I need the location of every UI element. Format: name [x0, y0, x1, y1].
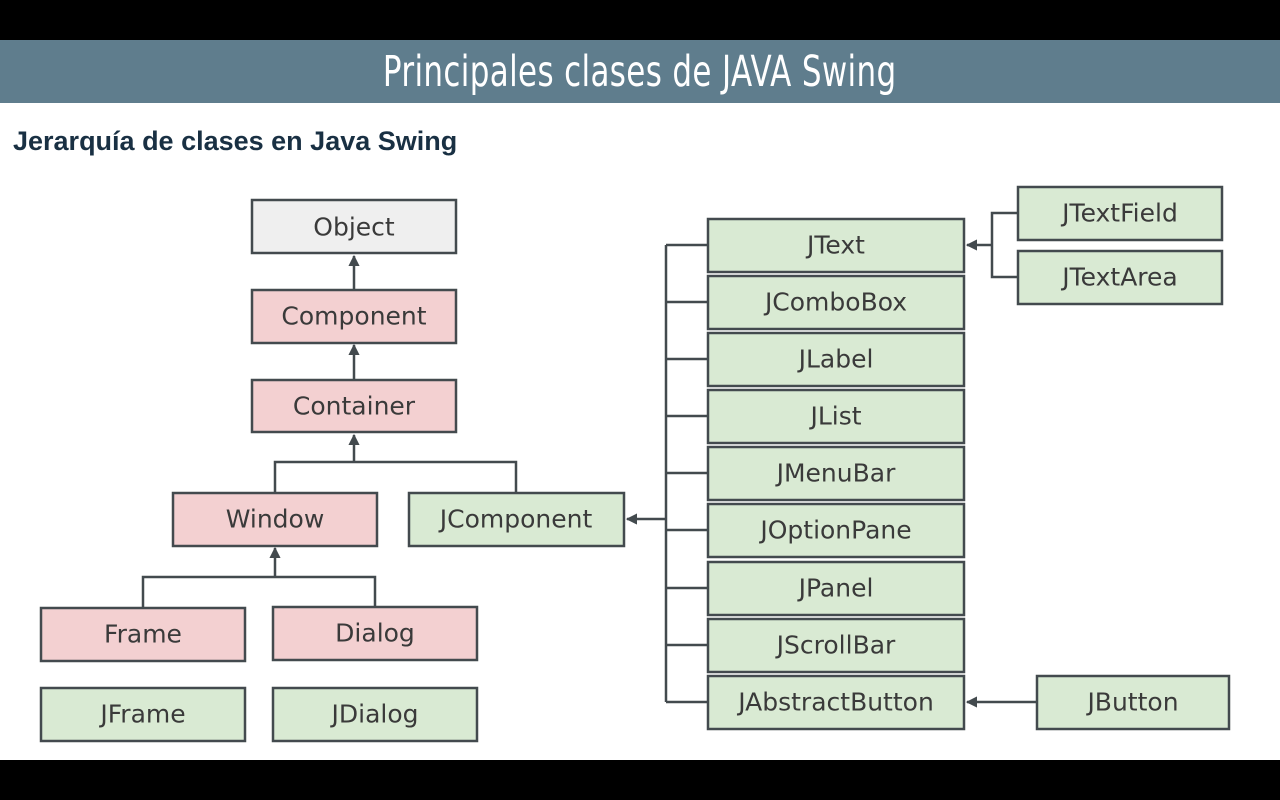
class-label-jabstractbutton: JAbstractButton	[736, 688, 934, 717]
class-label-object: Object	[313, 213, 395, 242]
class-label-jcombobox: JComboBox	[763, 288, 907, 317]
class-label-component: Component	[281, 302, 426, 331]
class-label-jtextarea: JTextArea	[1060, 263, 1177, 292]
class-label-jpanel: JPanel	[797, 574, 874, 603]
class-label-window: Window	[226, 505, 325, 534]
class-label-jcomponent: JComponent	[438, 505, 593, 534]
class-label-joptionpane: JOptionPane	[758, 516, 911, 545]
class-label-jlist: JList	[808, 402, 861, 431]
class-label-jtextfield: JTextField	[1060, 199, 1178, 228]
class-label-jlabel: JLabel	[797, 345, 874, 374]
class-label-jbutton: JButton	[1085, 688, 1178, 717]
slide: Principales clases de JAVA Swing Jerarqu…	[0, 40, 1280, 760]
class-label-dialog: Dialog	[335, 619, 415, 648]
connector-jtextfield-jtextarea	[990, 211, 1018, 279]
connector-window-jcomponent	[273, 460, 518, 492]
class-hierarchy-diagram: Object Component Container Window JCompo…	[39, 185, 1231, 743]
class-label-jtext: JText	[805, 231, 865, 260]
class-label-jscrollbar: JScrollBar	[775, 631, 896, 660]
class-label-jframe: JFrame	[98, 700, 185, 729]
class-label-jdialog: JDialog	[330, 700, 419, 729]
class-label-container: Container	[293, 392, 416, 421]
class-label-jmenubar: JMenuBar	[775, 459, 896, 488]
connector-frame-dialog	[141, 575, 377, 607]
class-label-frame: Frame	[104, 620, 182, 649]
